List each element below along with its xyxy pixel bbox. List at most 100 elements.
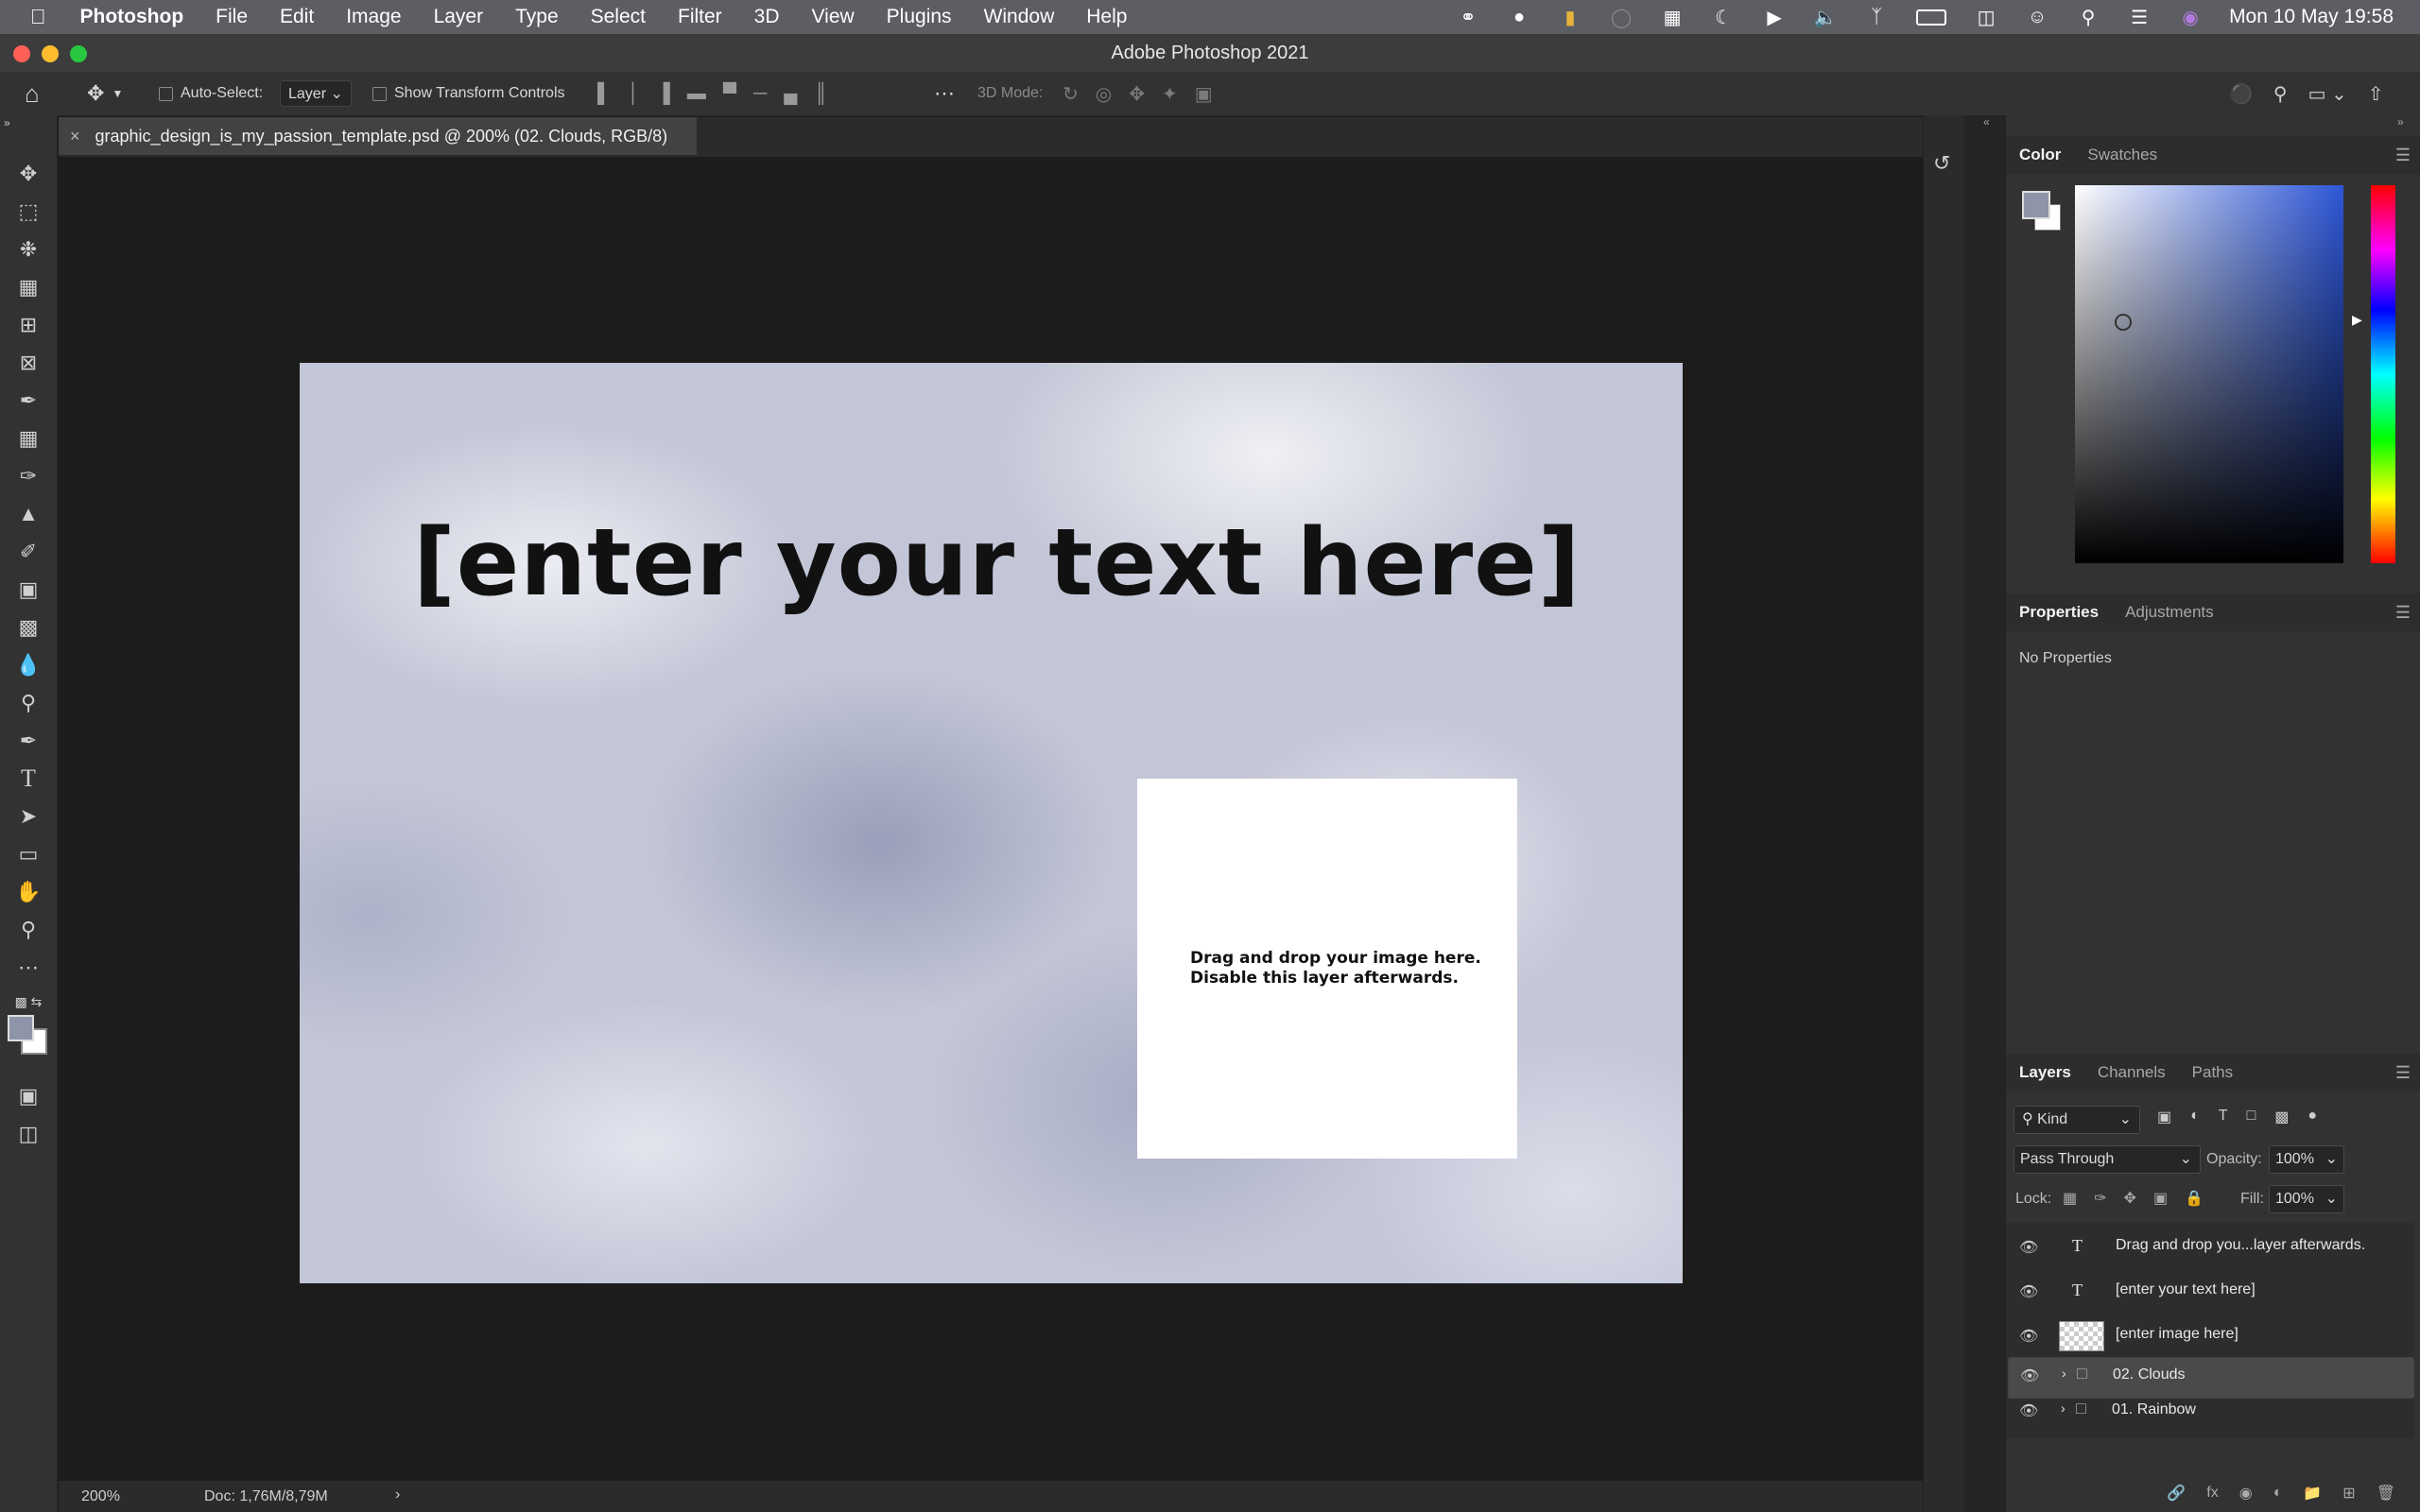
status-menu-arrow-icon[interactable]: › [395,1486,400,1503]
menu-3d[interactable]: 3D [754,6,780,28]
panel-expand-icon[interactable]: » [2397,115,2404,129]
tab-swatches[interactable]: Swatches [2074,146,2170,164]
object-selection-tool-icon[interactable]: ▦ [9,270,47,304]
menu-file[interactable]: File [216,6,248,28]
align-right-icon[interactable]: ▐ [657,83,670,105]
zoom-window-button[interactable] [70,45,87,62]
bluetooth-icon[interactable]: ᛉ [1864,7,1889,27]
3d-pan-icon[interactable]: ✥ [1129,82,1145,106]
tab-adjustments[interactable]: Adjustments [2112,603,2227,622]
visibility-eye-icon[interactable]: 👁 [2019,1282,2038,1301]
share-icon[interactable]: ⇧ [2368,82,2384,106]
workspace-icon[interactable]: ▭ ⌄ [2308,82,2347,106]
filter-adjustment-icon[interactable]: ◐ [2190,1108,2200,1126]
filter-toggle-icon[interactable]: ● [2308,1108,2317,1126]
gradient-tool-icon[interactable]: ▩ [9,610,47,644]
auto-select-checkbox[interactable]: Auto-Select: [159,72,263,115]
menu-plugins[interactable]: Plugins [887,6,952,28]
menu-image[interactable]: Image [346,6,401,28]
add-mask-icon[interactable]: ◉ [2239,1484,2253,1503]
rectangle-tool-icon[interactable]: ▭ [9,837,47,871]
visibility-eye-icon[interactable]: 👁 [2020,1366,2039,1385]
visibility-eye-icon[interactable]: 👁 [2019,1238,2038,1257]
menu-select[interactable]: Select [591,6,646,28]
close-window-button[interactable] [13,45,30,62]
spinner-icon[interactable]: ◯ [1609,7,1634,28]
move-tool-preset-icon[interactable]: ✥ ▼ [87,72,123,115]
marquee-tool-icon[interactable]: ⬚ [9,195,47,229]
new-layer-icon[interactable]: ⊞ [2342,1484,2355,1503]
quick-mask-icon[interactable]: ▣ [9,1079,47,1113]
menu-help[interactable]: Help [1086,6,1127,28]
layer-style-icon[interactable]: fx [2206,1485,2218,1502]
layer-row[interactable]: 👁 [enter image here] [2008,1314,2397,1357]
layer-filter-dropdown[interactable]: ⚲ Kind ⌄ [2014,1106,2140,1134]
3d-roll-icon[interactable]: ◎ [1096,82,1112,106]
pen-tool-icon[interactable]: ✒ [9,724,47,758]
menu-view[interactable]: View [812,6,855,28]
3d-scale-icon[interactable]: ▣ [1195,82,1213,106]
path-selection-tool-icon[interactable]: ➤ [9,799,47,833]
moon-icon[interactable]: ☾ [1711,7,1736,28]
history-panel-icon[interactable]: ↺ [1933,151,1950,176]
filter-pixel-icon[interactable]: ▣ [2157,1108,2171,1126]
show-transform-checkbox[interactable]: Show Transform Controls [372,72,565,115]
move-tool-icon[interactable]: ✥ [9,157,47,191]
lock-all-icon[interactable]: 🔒 [2185,1189,2204,1208]
home-icon[interactable]: ⌂ [25,72,40,115]
zoom-tool-icon[interactable]: ⚲ [9,913,47,947]
lock-artboard-icon[interactable]: ▣ [2153,1189,2168,1208]
new-adjustment-icon[interactable]: ◐ [2273,1485,2283,1502]
link-layers-icon[interactable]: 🔗 [2167,1484,2186,1503]
menu-type[interactable]: Type [515,6,559,28]
lasso-tool-icon[interactable]: ❉ [9,232,47,266]
healing-brush-tool-icon[interactable]: ▦ [9,421,47,455]
layer-row[interactable]: 👁 T Drag and drop you...layer afterwards… [2008,1225,2397,1268]
filter-shape-icon[interactable]: □ [2247,1108,2256,1126]
hue-slider[interactable] [2371,185,2395,563]
menu-layer[interactable]: Layer [434,6,484,28]
edit-toolbar-icon[interactable]: ⋯ [9,951,47,985]
grid-icon[interactable]: ▦ [1660,7,1685,28]
3d-orbit-icon[interactable]: ↻ [1063,82,1079,106]
learn-icon[interactable]: ⚫ [2229,82,2253,106]
opacity-input[interactable]: 100% ⌄ [2269,1145,2344,1174]
align-top-icon[interactable]: ▀ [723,83,736,105]
zoom-level[interactable]: 200% [81,1488,120,1505]
clone-stamp-tool-icon[interactable]: ▲ [9,497,47,531]
align-middle-icon[interactable]: ─ [753,83,767,105]
layer-row[interactable]: 👁 › □ 01. Rainbow [2008,1393,2397,1427]
tab-channels[interactable]: Channels [2084,1063,2179,1082]
tab-properties[interactable]: Properties [2006,603,2112,622]
filter-type-icon[interactable]: T [2219,1108,2228,1126]
wifi-icon[interactable]: ◫ [1974,7,1998,28]
align-center-icon[interactable]: │ [628,83,640,105]
doc-size-info[interactable]: Doc: 1,76M/8,79M [204,1488,328,1505]
play-icon[interactable]: ▶ [1762,7,1787,28]
hand-tool-icon[interactable]: ✋ [9,875,47,909]
color-picker-cursor[interactable] [2115,314,2132,331]
frame-tool-icon[interactable]: ⊠ [9,346,47,380]
tab-color[interactable]: Color [2006,146,2074,164]
collapse-panels-icon[interactable]: « [1983,115,1990,129]
lock-position-icon[interactable]: ✥ [2124,1189,2136,1208]
screen-mode-icon[interactable]: ◫ [9,1117,47,1151]
collapse-toolbar-icon[interactable]: » [4,113,42,132]
visibility-eye-icon[interactable]: 👁 [2019,1401,2038,1420]
hue-slider-handle[interactable]: ▶ [2352,312,2362,328]
apple-menu-icon[interactable]:  [30,5,46,29]
control-center-icon[interactable]: ☰ [2127,7,2152,28]
color-panel-menu-icon[interactable]: ☰ [2395,146,2411,165]
auto-select-dropdown[interactable]: Layer ⌄ [280,72,352,115]
eyedropper-tool-icon[interactable]: ✒ [9,384,47,418]
layers-panel-menu-icon[interactable]: ☰ [2395,1063,2411,1083]
document-canvas[interactable]: [enter your text here] Drag and drop you… [300,363,1683,1283]
distribute-horizontal-icon[interactable]: ║ [814,83,827,105]
creative-cloud-icon[interactable]: ⚭ [1456,7,1480,28]
user-icon[interactable]: ☺ [2025,7,2049,27]
lock-image-icon[interactable]: ✑ [2094,1189,2106,1208]
color-picker-field[interactable] [2075,185,2343,563]
document-tab[interactable]: × graphic_design_is_my_passion_template.p… [59,117,698,155]
menu-app-name[interactable]: Photoshop [80,6,184,28]
history-brush-tool-icon[interactable]: ✐ [9,535,47,569]
